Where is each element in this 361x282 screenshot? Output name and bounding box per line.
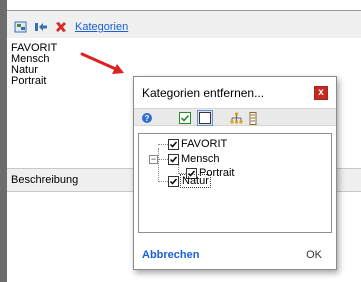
categories-link[interactable]: Kategorien [75, 21, 128, 33]
tree-connector [158, 148, 159, 182]
dialog-toolbar: ? [134, 108, 336, 126]
checkbox-checked[interactable] [168, 175, 179, 187]
tree-node-favorit[interactable]: FAVORIT [168, 138, 227, 150]
tree-connector [159, 159, 168, 160]
host-top-divider [7, 10, 361, 11]
category-tree[interactable]: − FAVORIT Mensch Portrait Natur [138, 133, 332, 233]
svg-text:?: ? [145, 114, 150, 123]
checkbox-checked[interactable] [168, 138, 179, 150]
host-top-strip [7, 0, 361, 10]
dialog-title: Kategorien entfernen... [142, 86, 265, 100]
host-toolbar: Kategorien [13, 19, 128, 35]
tree-icon[interactable] [229, 111, 243, 125]
list-icon[interactable] [246, 111, 260, 125]
tree-node-natur[interactable]: Natur [168, 174, 211, 188]
edit-icon[interactable] [13, 19, 29, 35]
ok-button[interactable]: OK [306, 249, 322, 261]
window-left-border [0, 0, 7, 282]
tree-connector [158, 181, 168, 182]
categories-link-label: Kategorien [75, 21, 129, 33]
tree-node-label: Mensch [181, 153, 220, 165]
close-button[interactable]: x [314, 86, 328, 100]
remove-categories-dialog: Kategorien entfernen... x ? − FAVORIT Me… [133, 76, 337, 270]
delete-icon[interactable] [53, 19, 69, 35]
tree-connector [178, 173, 186, 174]
description-label: Beschreibung [11, 174, 79, 186]
tree-node-label: Natur [180, 174, 211, 188]
cancel-button[interactable]: Abbrechen [142, 249, 199, 261]
checkbox-checked[interactable] [168, 153, 179, 165]
uncheck-all-icon[interactable] [197, 110, 213, 126]
red-arrow-icon [80, 52, 124, 74]
list-item[interactable]: Portrait [11, 76, 46, 87]
tree-node-mensch[interactable]: Mensch [168, 153, 220, 165]
help-icon[interactable]: ? [140, 111, 154, 125]
tree-node-label: FAVORIT [181, 138, 228, 150]
tree-connector [158, 144, 168, 145]
check-all-icon[interactable] [178, 111, 192, 125]
move-icon[interactable] [33, 19, 49, 35]
collapse-toggle[interactable]: − [149, 155, 158, 164]
